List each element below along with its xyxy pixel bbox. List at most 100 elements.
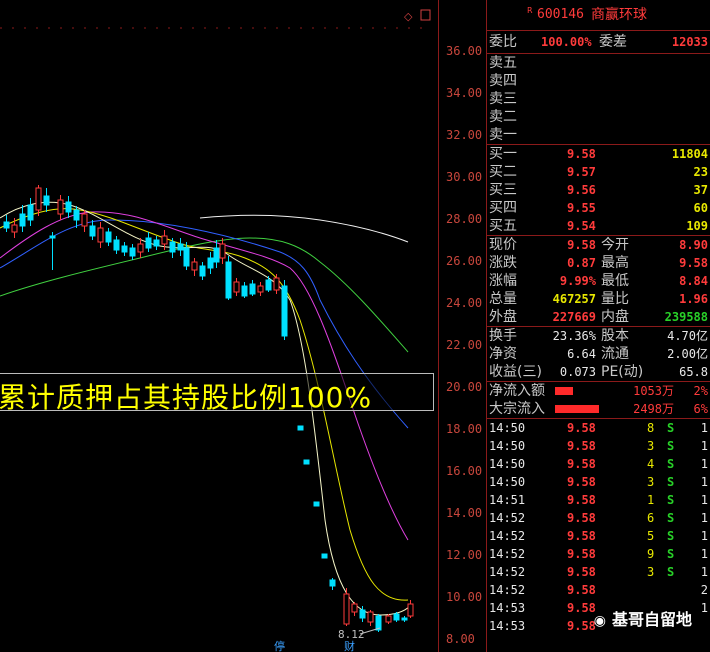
axis-tick-label: 16.00 bbox=[446, 464, 483, 478]
buy-row[interactable]: 买三 9.56 37 bbox=[487, 181, 710, 199]
axis-tick-label: 36.00 bbox=[446, 44, 483, 58]
quote-label-1: 总量 bbox=[489, 291, 517, 307]
fund-row[interactable]: 净资 6.64 流通 2.00亿 bbox=[487, 345, 710, 363]
fund-row[interactable]: 换手 23.36% 股本 4.70亿 bbox=[487, 327, 710, 345]
tick-count: 1 bbox=[700, 565, 708, 579]
candle-body bbox=[393, 613, 400, 621]
tick-row[interactable]: 14:50 9.58 3 S 1 bbox=[487, 437, 710, 455]
candle-body bbox=[207, 257, 214, 269]
axis-tick-label: 28.00 bbox=[446, 212, 483, 226]
fund-value-1: 0.073 bbox=[559, 365, 596, 379]
candle-body bbox=[303, 459, 310, 465]
quote-label-1: 现价 bbox=[489, 237, 517, 253]
event-marker-a[interactable]: 停 bbox=[274, 639, 285, 652]
candle-body bbox=[265, 279, 272, 291]
tick-side: S bbox=[667, 511, 675, 525]
tick-volume: 3 bbox=[647, 475, 655, 489]
fund-value-1: 23.36% bbox=[552, 329, 596, 343]
tick-price: 9.58 bbox=[567, 547, 596, 561]
tick-price: 9.58 bbox=[567, 565, 596, 579]
wc-value: 12033 bbox=[671, 35, 708, 49]
candle-body bbox=[281, 285, 288, 337]
quote-label-1: 外盘 bbox=[489, 309, 517, 325]
sell-row[interactable]: 卖五 bbox=[487, 54, 710, 72]
buy-row[interactable]: 买四 9.55 60 bbox=[487, 199, 710, 217]
kline-chart[interactable]: 8.12 停 财 ◇ bbox=[0, 0, 438, 652]
quote-value-2: 1.96 bbox=[679, 292, 708, 306]
banner-text: 累计质押占其持股比例100% bbox=[0, 381, 373, 414]
tick-row[interactable]: 14:52 9.58 9 S 1 bbox=[487, 545, 710, 563]
tick-volume: 5 bbox=[647, 529, 655, 543]
flow-pct: 6% bbox=[693, 402, 708, 416]
tick-volume: 3 bbox=[647, 439, 655, 453]
sell-row[interactable]: 卖四 bbox=[487, 72, 710, 90]
window-icon[interactable] bbox=[420, 9, 431, 21]
tick-row[interactable]: 14:52 9.58 5 S 1 bbox=[487, 527, 710, 545]
r-mark: R bbox=[527, 6, 533, 15]
tick-row[interactable]: 14:50 9.58 4 S 1 bbox=[487, 455, 710, 473]
fundamentals-block: 换手 23.36% 股本 4.70亿 净资 6.64 流通 2.00亿 收益(三) 0.073 PE… bbox=[487, 326, 710, 381]
tick-time: 14:52 bbox=[489, 547, 526, 561]
candle-body bbox=[233, 281, 240, 293]
fund-value-2: 4.70亿 bbox=[667, 329, 708, 343]
watermark-text: 基哥自留地 bbox=[611, 610, 692, 629]
wc-label: 委差 bbox=[599, 34, 627, 50]
tick-volume: 9 bbox=[647, 547, 655, 561]
ma-green-line bbox=[0, 237, 409, 353]
quote-row[interactable]: 外盘 227669 内盘 239588 bbox=[487, 308, 710, 326]
tick-row[interactable]: 14:52 9.58 3 S 1 bbox=[487, 563, 710, 581]
buy-row[interactable]: 买五 9.54 109 bbox=[487, 217, 710, 235]
flow-row[interactable]: 大宗流入 2498万 6% bbox=[487, 400, 710, 418]
quote-label-2: 内盘 bbox=[601, 309, 629, 325]
candle-body bbox=[49, 235, 56, 239]
tick-side: S bbox=[667, 475, 675, 489]
event-marker-b[interactable]: 财 bbox=[344, 639, 355, 652]
tick-list[interactable]: 14:50 9.58 8 S 1 14:50 9.58 3 S 1 14:50 9.58 4 S 1 14:5… bbox=[487, 418, 710, 635]
sell-row[interactable]: 卖一 bbox=[487, 126, 710, 144]
tick-volume: 1 bbox=[647, 493, 655, 507]
flow-row[interactable]: 净流入额 1053万 2% bbox=[487, 382, 710, 400]
stock-code[interactable]: 600146 bbox=[537, 0, 584, 30]
tick-row[interactable]: 14:52 9.58 2 bbox=[487, 581, 710, 599]
candle-body bbox=[27, 204, 34, 221]
tick-price: 9.58 bbox=[567, 601, 596, 615]
fund-value-1: 6.64 bbox=[567, 347, 596, 361]
quote-row[interactable]: 总量 467257 量比 1.96 bbox=[487, 290, 710, 308]
buy-volume: 60 bbox=[693, 201, 708, 215]
sell-row[interactable]: 卖三 bbox=[487, 90, 710, 108]
quote-row[interactable]: 现价 9.58 今开 8.90 bbox=[487, 236, 710, 254]
buy-row[interactable]: 买二 9.57 23 bbox=[487, 163, 710, 181]
tick-count: 1 bbox=[700, 457, 708, 471]
tick-time: 14:50 bbox=[489, 457, 526, 471]
candle-body bbox=[367, 611, 374, 623]
fund-row[interactable]: 收益(三) 0.073 PE(动) 65.8 bbox=[487, 363, 710, 381]
price-axis: 36.00 34.00 32.00 30.00 28.00 26.00 24.00 22.00… bbox=[438, 0, 486, 652]
axis-tick-label: 10.00 bbox=[446, 590, 483, 604]
quote-value-2: 8.90 bbox=[679, 238, 708, 252]
buy-row[interactable]: 买一 9.58 11804 bbox=[487, 145, 710, 163]
axis-tick-label: 18.00 bbox=[446, 422, 483, 436]
tick-row[interactable]: 14:51 9.58 1 S 1 bbox=[487, 491, 710, 509]
candle-body bbox=[385, 615, 392, 623]
quote-row[interactable]: 涨跌 0.87 最高 9.58 bbox=[487, 254, 710, 272]
tick-side: S bbox=[667, 547, 675, 561]
tick-row[interactable]: 14:52 9.58 6 S 1 bbox=[487, 509, 710, 527]
candle-body bbox=[321, 553, 328, 559]
quote-value-1: 227669 bbox=[552, 310, 596, 324]
tick-row[interactable]: 14:50 9.58 8 S 1 bbox=[487, 419, 710, 437]
buy-volume: 23 bbox=[693, 165, 708, 179]
tick-price: 9.58 bbox=[567, 475, 596, 489]
candle-body bbox=[57, 199, 64, 215]
candle-body bbox=[225, 261, 232, 299]
diamond-icon[interactable]: ◇ bbox=[404, 10, 413, 23]
sell-label: 卖三 bbox=[489, 91, 517, 107]
wb-value: 100.00% bbox=[541, 35, 592, 49]
stock-name[interactable]: 商赢环球 bbox=[591, 0, 647, 30]
quote-row[interactable]: 涨幅 9.99% 最低 8.84 bbox=[487, 272, 710, 290]
flow-value: 2498万 bbox=[633, 402, 674, 416]
tick-price: 9.58 bbox=[567, 457, 596, 471]
sell-row[interactable]: 卖二 bbox=[487, 108, 710, 126]
axis-tick-label: 20.00 bbox=[446, 380, 483, 394]
tick-row[interactable]: 14:50 9.58 3 S 1 bbox=[487, 473, 710, 491]
candle-body bbox=[359, 609, 366, 619]
